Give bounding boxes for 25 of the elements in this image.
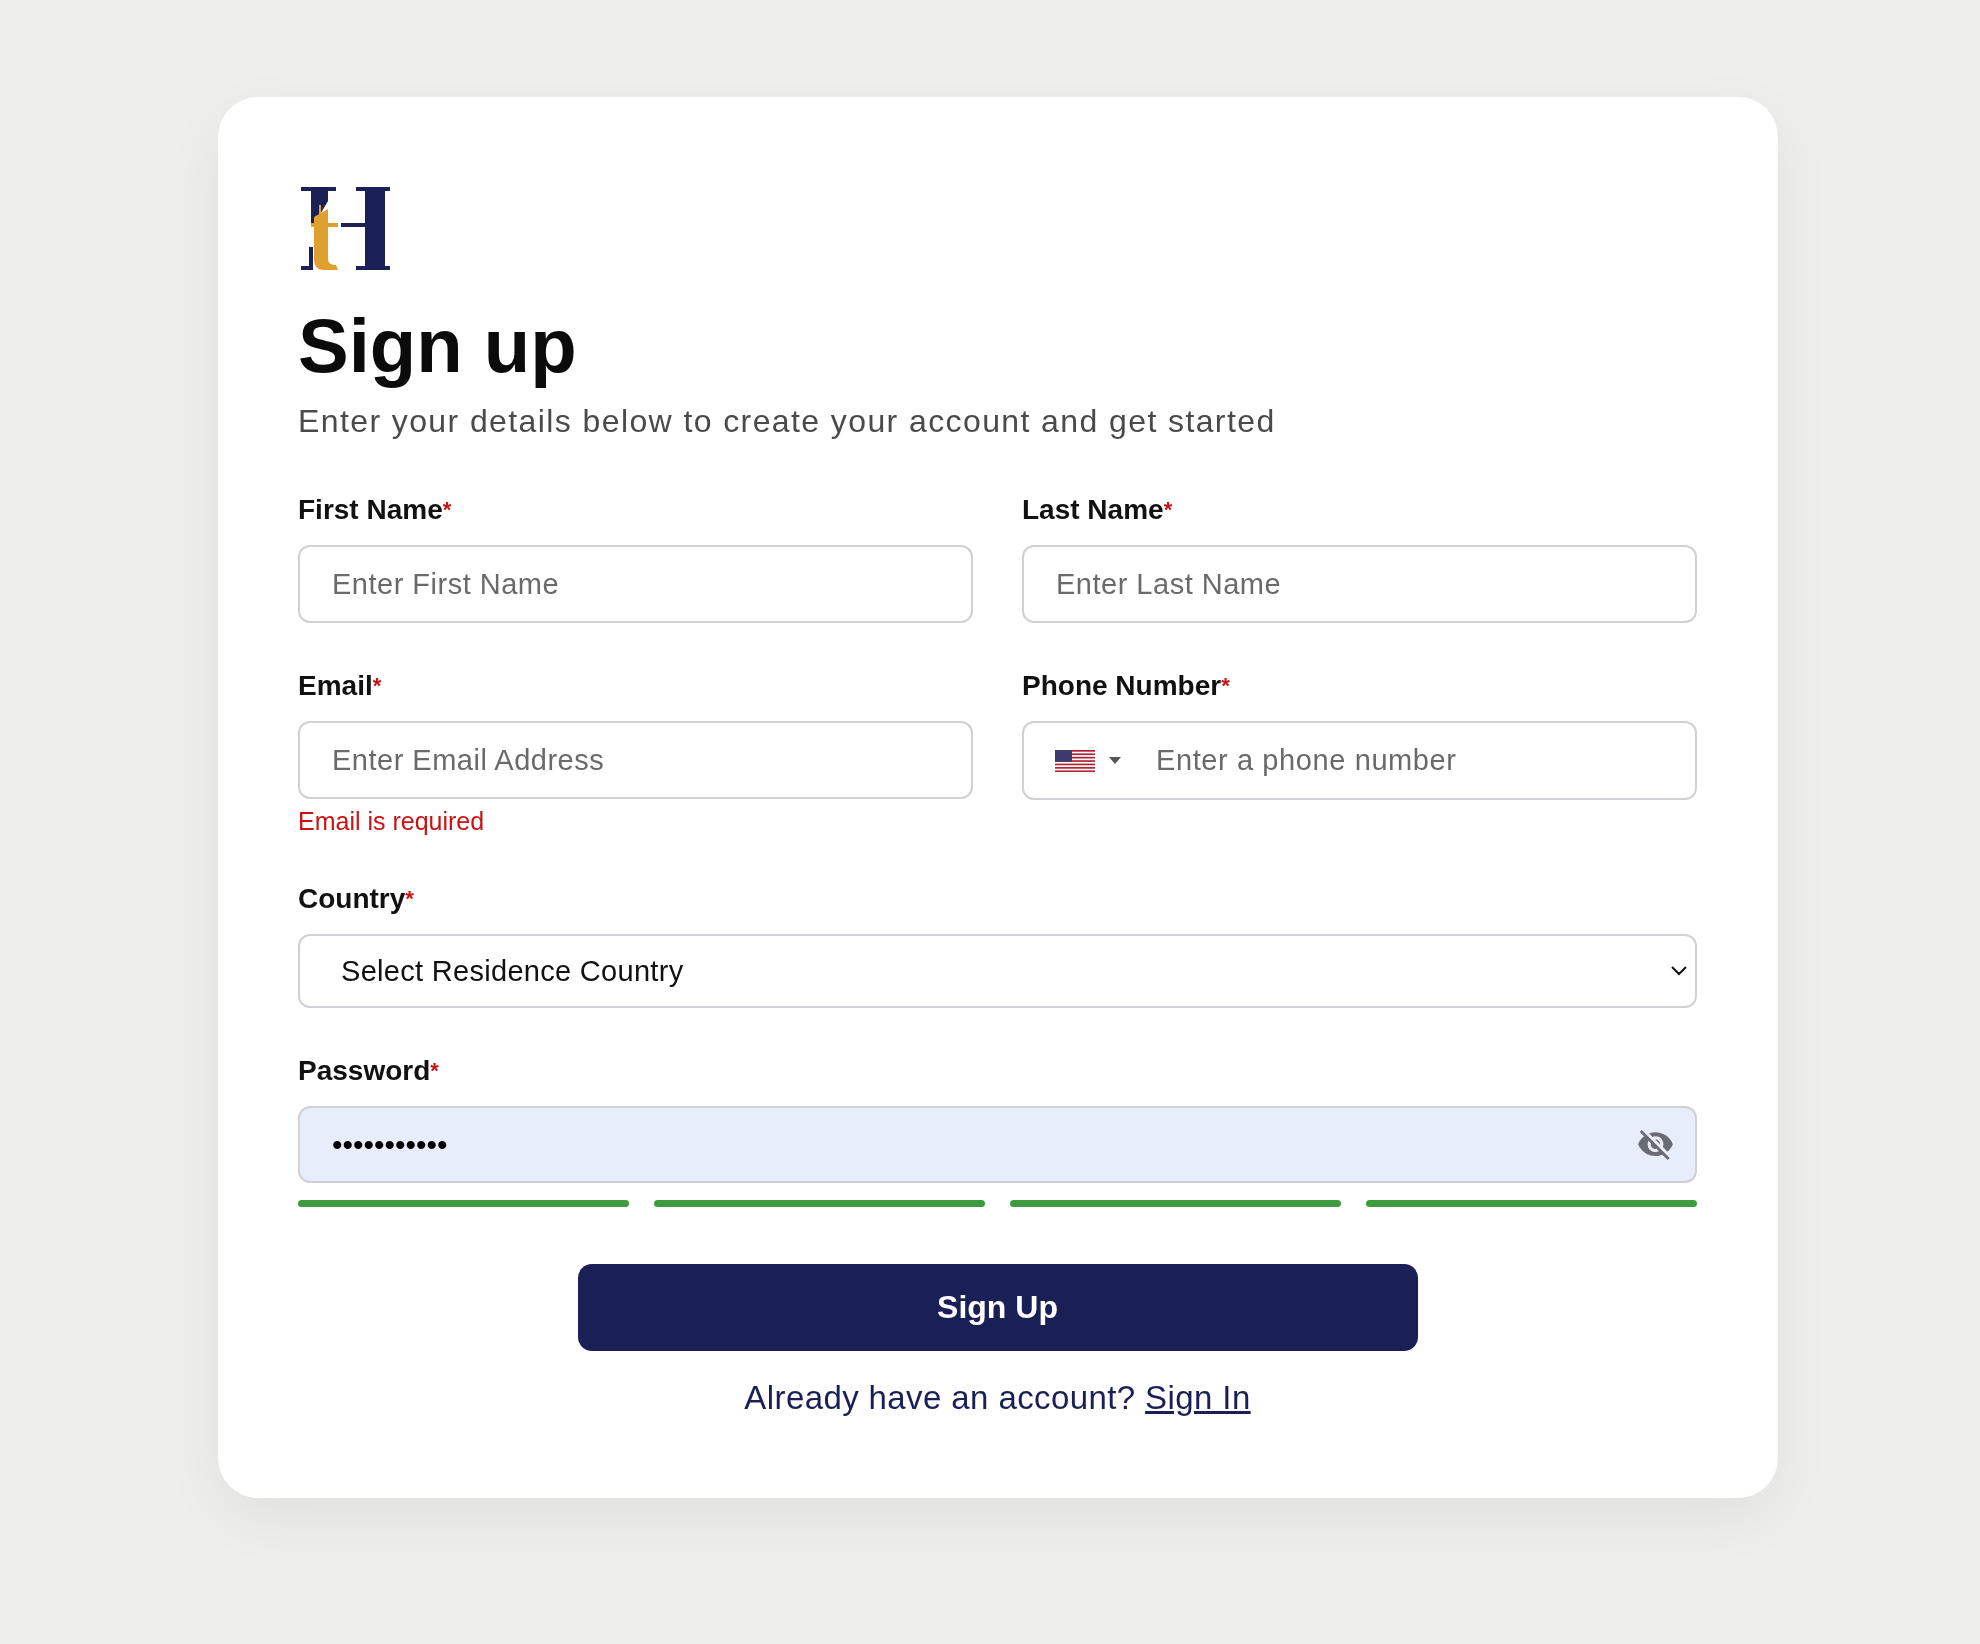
chevron-down-icon: [1671, 966, 1687, 976]
field-label: Phone Number*: [1022, 669, 1230, 703]
sign-in-link[interactable]: Sign In: [1145, 1379, 1251, 1416]
page-subtitle: Enter your details below to create your account and get started: [298, 402, 1277, 441]
sign-in-prompt: Already have an account? Sign In: [744, 1379, 1251, 1417]
input-field[interactable]: Enter First Name: [298, 545, 973, 623]
phone-field[interactable]: Enter a phone number: [1022, 721, 1697, 800]
input-field[interactable]: Enter Email Address: [298, 721, 973, 799]
error-message: Email is required: [298, 806, 485, 836]
country-code-button[interactable]: [1055, 749, 1121, 772]
field-label: Email*: [298, 669, 382, 703]
eye-slash-icon[interactable]: [1638, 1129, 1673, 1160]
page-title: Sign up: [298, 302, 578, 389]
caret-icon[interactable]: [1109, 757, 1121, 764]
password-field[interactable]: •••••••••••: [298, 1106, 1697, 1183]
field-label: Password*: [298, 1054, 439, 1088]
field-label: Country*: [298, 882, 414, 916]
field-label: First Name*: [298, 493, 452, 527]
sign-up-button[interactable]: Sign Up: [577, 1264, 1418, 1351]
phone-number-input[interactable]: Enter a phone number: [1156, 744, 1675, 777]
logo-icon: [298, 187, 391, 270]
dropdown-field[interactable]: Select Residence Country: [298, 934, 1697, 1008]
field-label: Last Name*: [1022, 493, 1173, 527]
flag-icon[interactable]: [1055, 749, 1095, 772]
input-field[interactable]: Enter Last Name: [1022, 545, 1697, 623]
